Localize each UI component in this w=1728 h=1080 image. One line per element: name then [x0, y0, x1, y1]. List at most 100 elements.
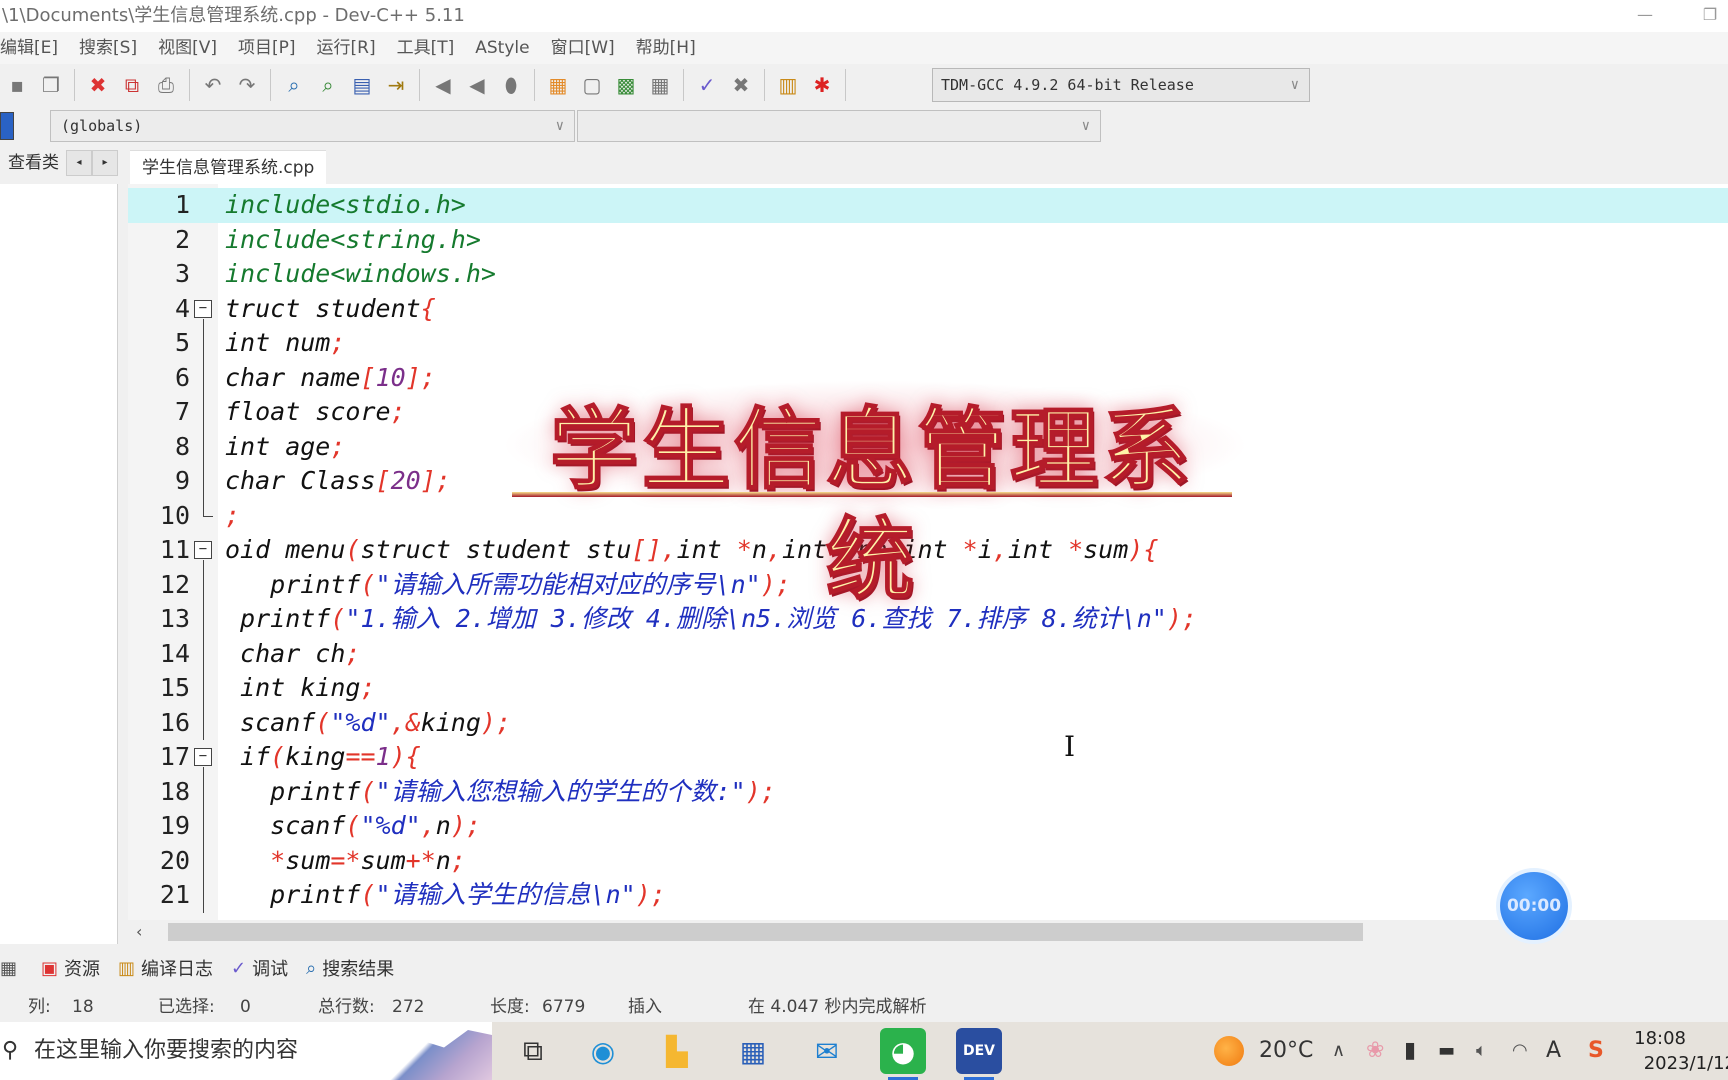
- bottom-tab[interactable]: ▦: [0, 958, 23, 979]
- status-col-label: 列:: [28, 997, 51, 1017]
- file-tab[interactable]: 学生信息管理系统.cpp: [130, 150, 327, 184]
- copy-icon[interactable]: ❐: [36, 70, 66, 100]
- window-icon[interactable]: ▢: [577, 70, 607, 100]
- line-number: 18: [159, 776, 190, 806]
- store-icon[interactable]: ▦: [730, 1028, 776, 1074]
- code-line[interactable]: 3 include<windows.h>: [128, 257, 1728, 292]
- redo-icon[interactable]: ↷: [232, 70, 262, 100]
- close-file-icon[interactable]: ✖: [83, 70, 113, 100]
- code-token: "1.输入 2.增加 3.修改 4.删除\n5.浏览 6.查找 7.排序 8.统…: [345, 604, 1167, 633]
- class-browser-icon[interactable]: [0, 112, 14, 140]
- scroll-left-icon[interactable]: ‹: [136, 920, 142, 944]
- replace-icon[interactable]: ⌕: [313, 70, 343, 100]
- horizontal-scrollbar[interactable]: ‹: [128, 920, 1728, 944]
- code-line[interactable]: 21 printf("请输入学生的信息\n");: [128, 878, 1728, 913]
- microphone-icon[interactable]: ▮: [1404, 1022, 1416, 1080]
- menu-item[interactable]: 项目[P]: [238, 32, 296, 64]
- fold-toggle-icon[interactable]: −: [194, 299, 212, 318]
- undo-icon[interactable]: ↶: [198, 70, 228, 100]
- compiler-select[interactable]: TDM-GCC 4.9.2 64-bit Release ∨: [932, 68, 1310, 102]
- compile-grid-icon[interactable]: ▦: [543, 70, 573, 100]
- rebuild-icon[interactable]: ▦: [645, 70, 675, 100]
- code-line[interactable]: 20 *sum=*sum+*n;: [128, 843, 1728, 878]
- devcpp-icon[interactable]: DEV: [956, 1028, 1002, 1080]
- input-method-icon[interactable]: A: [1546, 1022, 1561, 1080]
- close-all-icon[interactable]: ⧉: [117, 70, 147, 100]
- code-line[interactable]: 15 int king;: [128, 671, 1728, 706]
- taskbar-clock[interactable]: 18:08 2023/1/12: [1618, 1026, 1728, 1076]
- menu-item[interactable]: 窗口[W]: [551, 32, 615, 64]
- menu-item[interactable]: 搜索[S]: [79, 32, 137, 64]
- code-token: (: [360, 569, 376, 599]
- restore-icon[interactable]: ❐: [1692, 0, 1728, 32]
- line-number: 2: [174, 224, 190, 254]
- check-icon[interactable]: ✓: [692, 70, 722, 100]
- unindent-icon[interactable]: ◀: [462, 70, 492, 100]
- tab-prev-arrow[interactable]: ◂: [66, 150, 92, 176]
- debug-icon[interactable]: ✱: [807, 70, 837, 100]
- fold-toggle-icon[interactable]: −: [194, 541, 212, 559]
- code-token: );: [1166, 604, 1197, 633]
- functions-combo[interactable]: ∨: [577, 110, 1101, 142]
- class-browser-panel[interactable]: [0, 184, 118, 944]
- code-line[interactable]: 17− if(king==1){: [128, 740, 1728, 775]
- bottom-tab[interactable]: ▣ 资源: [41, 955, 100, 981]
- code-editor[interactable]: 1 include<stdio.h> 2 include<string.h> 3 incl…: [128, 184, 1728, 920]
- goto-icon[interactable]: ⇥: [381, 70, 411, 100]
- menu-item[interactable]: 视图[V]: [158, 32, 217, 64]
- code-line[interactable]: 2 include<string.h>: [128, 223, 1728, 258]
- recording-timer[interactable]: 00:00: [1500, 872, 1568, 940]
- sogou-icon[interactable]: S: [1588, 1022, 1604, 1080]
- comment-icon[interactable]: ⬮: [496, 70, 526, 100]
- bottom-tab[interactable]: ⌕ 搜索结果: [306, 955, 394, 981]
- line-number: 5: [174, 328, 190, 357]
- print-icon[interactable]: ⎙: [151, 70, 181, 100]
- code-line[interactable]: 1 include<stdio.h>: [128, 188, 1728, 223]
- stop-icon[interactable]: ✖: [726, 70, 756, 100]
- left-panel-tab[interactable]: 查看类: [8, 148, 59, 178]
- menu-item[interactable]: 运行[R]: [317, 32, 376, 64]
- taskbar-search[interactable]: ⚲ 在这里输入你要搜索的内容: [0, 1022, 492, 1080]
- code-line[interactable]: 12 printf("请输入所需功能相对应的序号\n");: [128, 567, 1728, 602]
- code-line[interactable]: 16 scanf("%d",&king);: [128, 705, 1728, 740]
- find-icon[interactable]: ⌕: [279, 70, 309, 100]
- code-line[interactable]: 4− truct student{: [128, 292, 1728, 327]
- code-line[interactable]: 13 printf("1.输入 2.增加 3.修改 4.删除\n5.浏览 6.查…: [128, 602, 1728, 637]
- scrollbar-thumb[interactable]: [168, 923, 1363, 941]
- weather-widget[interactable]: 20°C: [1214, 1022, 1313, 1080]
- fold-toggle-icon[interactable]: −: [194, 748, 212, 766]
- minimize-icon[interactable]: —: [1622, 0, 1668, 32]
- code-line[interactable]: 14 char ch;: [128, 636, 1728, 671]
- status-col: 18: [72, 997, 94, 1017]
- run-icon[interactable]: ▩: [611, 70, 641, 100]
- tray-app-icon[interactable]: ❀: [1366, 1022, 1384, 1080]
- code-token: ;: [330, 328, 346, 357]
- menu-item[interactable]: 帮助[H]: [636, 32, 696, 64]
- indent-icon[interactable]: ◀: [428, 70, 458, 100]
- code-line[interactable]: 18 printf("请输入您想输入的学生的个数:");: [128, 774, 1728, 809]
- code-line[interactable]: 5 int num;: [128, 326, 1728, 361]
- mail-icon[interactable]: ✉: [804, 1028, 850, 1074]
- battery-icon[interactable]: ▬: [1438, 1022, 1455, 1080]
- file-explorer-icon[interactable]: ▙: [654, 1028, 700, 1074]
- menu-item[interactable]: 编辑[E]: [0, 32, 58, 64]
- globals-combo[interactable]: (globals) ∨: [50, 110, 575, 142]
- tab-next-arrow[interactable]: ▸: [92, 150, 118, 176]
- edge-icon[interactable]: ◉: [580, 1028, 626, 1074]
- task-view-icon[interactable]: ⧉: [510, 1028, 556, 1074]
- volume-icon[interactable]: 🔈︎: [1476, 1022, 1487, 1080]
- code-token: ];: [420, 466, 451, 495]
- toggle-panel-icon[interactable]: ▤: [347, 70, 377, 100]
- bottom-tab[interactable]: ▥ 编译日志: [118, 955, 213, 981]
- wechat-icon[interactable]: ◕: [880, 1028, 926, 1080]
- chart-icon[interactable]: ▥: [773, 70, 803, 100]
- menu-item[interactable]: AStyle: [475, 32, 529, 64]
- save-all-icon[interactable]: ▪: [2, 70, 32, 100]
- wifi-icon[interactable]: ◠: [1512, 1022, 1528, 1080]
- code-line[interactable]: 11− oid menu(struct student stu[],int *n,…: [128, 533, 1728, 568]
- bottom-tab[interactable]: ✓ 调试: [231, 955, 288, 981]
- code-line[interactable]: 19 scanf("%d",n);: [128, 809, 1728, 844]
- tray-overflow-icon[interactable]: ∧: [1332, 1022, 1345, 1080]
- menu-item[interactable]: 工具[T]: [397, 32, 455, 64]
- status-lines: 272: [392, 997, 425, 1017]
